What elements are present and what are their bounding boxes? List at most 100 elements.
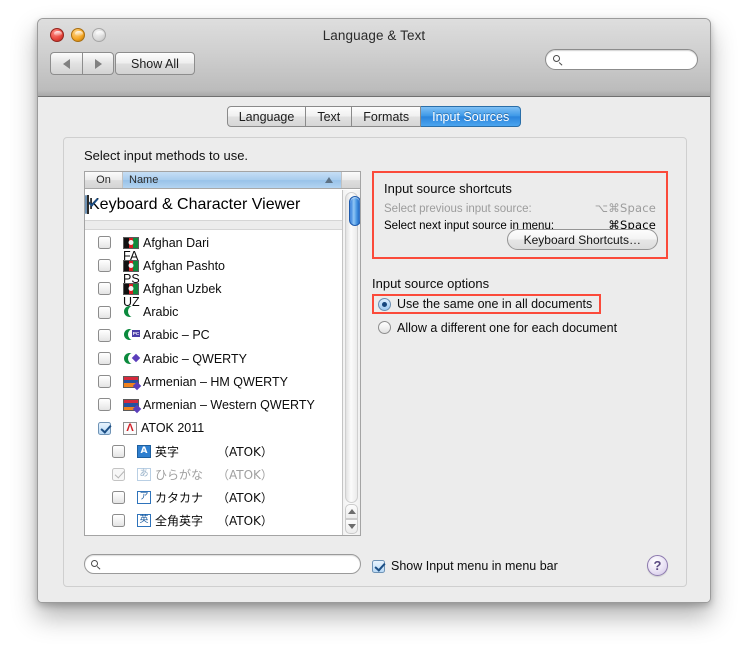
list-item-label: 英字	[155, 444, 180, 459]
label-cell: PS Afghan Pashto	[123, 258, 226, 286]
checkbox-armenian-western-qwerty[interactable]	[97, 398, 111, 412]
atok-logo-icon: Λ	[123, 421, 137, 435]
checkbox-atok-hiragana[interactable]	[112, 467, 125, 481]
window-titlebar: Language & Text Show All	[38, 19, 710, 97]
list-vertical-scrollbar[interactable]	[342, 190, 360, 535]
checkbox-cell	[85, 491, 137, 505]
checkbox-afghan-dari[interactable]	[97, 236, 111, 250]
pinned-label-cell: Keyboard & Character Viewer	[87, 194, 300, 214]
label-cell: Armenian – HM QWERTY	[123, 375, 288, 390]
toolbar-search	[545, 49, 698, 70]
window-body: Language Text Formats Input Sources Sele…	[38, 97, 710, 602]
forward-button[interactable]	[82, 52, 114, 75]
column-header-name-label: Name	[129, 174, 159, 186]
tab-text[interactable]: Text	[306, 106, 353, 127]
label-cell: ア カタカナ （ATOK）	[137, 489, 273, 506]
input-sources-panel: Select input methods to use. On Name Key…	[63, 137, 687, 587]
radio-option-different-one[interactable]: Allow a different one for each document	[372, 319, 668, 337]
list-item-label: カタカナ	[155, 491, 204, 506]
triangle-up-icon	[347, 509, 356, 514]
list-header-row: On Name	[85, 172, 360, 189]
radio-button-different-one[interactable]	[378, 321, 391, 334]
show-all-button[interactable]: Show All	[115, 52, 195, 75]
triangle-down-icon	[347, 524, 356, 529]
column-header-on[interactable]: On	[85, 172, 123, 188]
scroll-up-button[interactable]	[345, 504, 358, 519]
atok-katakana-icon: ア	[137, 491, 151, 505]
checkbox-atok-katakana[interactable]	[112, 491, 125, 505]
checkbox-cell	[85, 444, 137, 458]
list-item[interactable]: ア カタカナ （ATOK）	[85, 486, 343, 509]
flag-armenia-icon	[123, 375, 142, 390]
keyboard-viewer-icon	[87, 194, 89, 214]
list-filter-search	[84, 554, 361, 574]
list-item[interactable]: Λ ATOK 2011	[85, 417, 343, 440]
input-source-options-title: Input source options	[372, 276, 490, 291]
label-cell: Arabic	[123, 305, 178, 319]
list-item[interactable]: FA Afghan Dari	[85, 231, 343, 263]
chevron-left-icon	[63, 58, 70, 69]
checkbox-cell	[85, 282, 123, 296]
radio-option-same-one[interactable]: Use the same one in all documents	[372, 294, 602, 314]
column-header-spacer	[342, 172, 360, 188]
scrollbar-thumb[interactable]	[349, 196, 360, 226]
tab-formats[interactable]: Formats	[352, 106, 422, 127]
radio-label-different-one: Allow a different one for each document	[397, 320, 618, 335]
tab-input-sources[interactable]: Input Sources	[421, 106, 522, 127]
list-item-suffix: （ATOK）	[217, 491, 273, 506]
checkbox-armenian-hm-qwerty[interactable]	[97, 375, 111, 389]
radio-button-same-one[interactable]	[378, 297, 391, 311]
panel-prompt: Select input methods to use.	[84, 148, 249, 163]
help-button[interactable]: ?	[647, 555, 668, 576]
pc-badge: PC	[132, 329, 140, 337]
scroll-down-button[interactable]	[345, 519, 358, 534]
checkbox-cell	[85, 328, 123, 342]
checkbox-show-input-menu[interactable]	[372, 559, 385, 573]
list-item[interactable]: あ ひらがな （ATOK）	[85, 463, 343, 486]
chevron-right-icon	[94, 58, 102, 69]
show-input-menu-option[interactable]: Show Input menu in menu bar	[372, 559, 558, 573]
checkbox-arabic-qwerty[interactable]	[97, 352, 111, 366]
atok-eiji-icon: A	[137, 444, 151, 458]
navigation-buttons	[50, 52, 114, 75]
list-scroll-area[interactable]: FA Afghan Dari PS Afghan Pashto UZ Afgha…	[85, 231, 343, 535]
diamond-badge-icon	[131, 353, 141, 363]
checkbox-atok-2011[interactable]	[97, 421, 111, 435]
tab-language[interactable]: Language	[226, 106, 307, 127]
checkbox-afghan-uzbek[interactable]	[97, 282, 111, 296]
back-button[interactable]	[50, 52, 82, 75]
sort-ascending-icon	[325, 177, 333, 183]
checkbox-cell	[85, 375, 123, 389]
shortcuts-title: Input source shortcuts	[384, 181, 512, 196]
list-item[interactable]: 英 全角英字 （ATOK）	[85, 509, 343, 532]
checkbox-atok-zenkaku-eiji[interactable]	[112, 514, 125, 528]
list-item-label: Afghan Dari	[143, 235, 210, 250]
list-item[interactable]: Arabic – QWERTY	[85, 347, 343, 370]
crescent-icon	[123, 306, 139, 319]
list-item-label: Afghan Pashto	[143, 258, 226, 273]
list-filter-input[interactable]	[84, 554, 361, 574]
list-item[interactable]: Armenian – HM QWERTY	[85, 370, 343, 393]
pinned-list-item[interactable]: Keyboard & Character Viewer	[85, 189, 360, 221]
checkbox-cell	[85, 236, 123, 250]
search-input[interactable]	[545, 49, 698, 70]
list-item-suffix: （ATOK）	[217, 467, 273, 482]
checkbox-afghan-pashto[interactable]	[97, 259, 111, 273]
checkbox-arabic[interactable]	[97, 305, 111, 319]
list-item-suffix: （ATOK）	[217, 444, 273, 459]
shortcut-value-previous: ⌥⌘Space	[594, 201, 656, 215]
checkbox-cell	[85, 259, 123, 273]
keyboard-shortcuts-button[interactable]: Keyboard Shortcuts…	[506, 229, 658, 250]
list-item[interactable]: Armenian – Western QWERTY	[85, 393, 343, 416]
list-item[interactable]: A 英字 （ATOK）	[85, 440, 343, 463]
list-item[interactable]: PC Arabic – PC	[85, 324, 343, 347]
window-title: Language & Text	[322, 28, 426, 43]
label-cell: UZ Afghan Uzbek	[123, 282, 222, 309]
scrollbar-track[interactable]	[345, 192, 360, 503]
flag-armenia-icon	[123, 398, 142, 414]
checkbox-arabic-pc[interactable]	[97, 328, 111, 342]
column-header-name[interactable]: Name	[123, 172, 342, 188]
flag-afghanistan-icon: FA	[123, 236, 139, 263]
crescent-pc-icon: PC	[123, 329, 140, 342]
checkbox-atok-eiji[interactable]	[112, 444, 125, 458]
